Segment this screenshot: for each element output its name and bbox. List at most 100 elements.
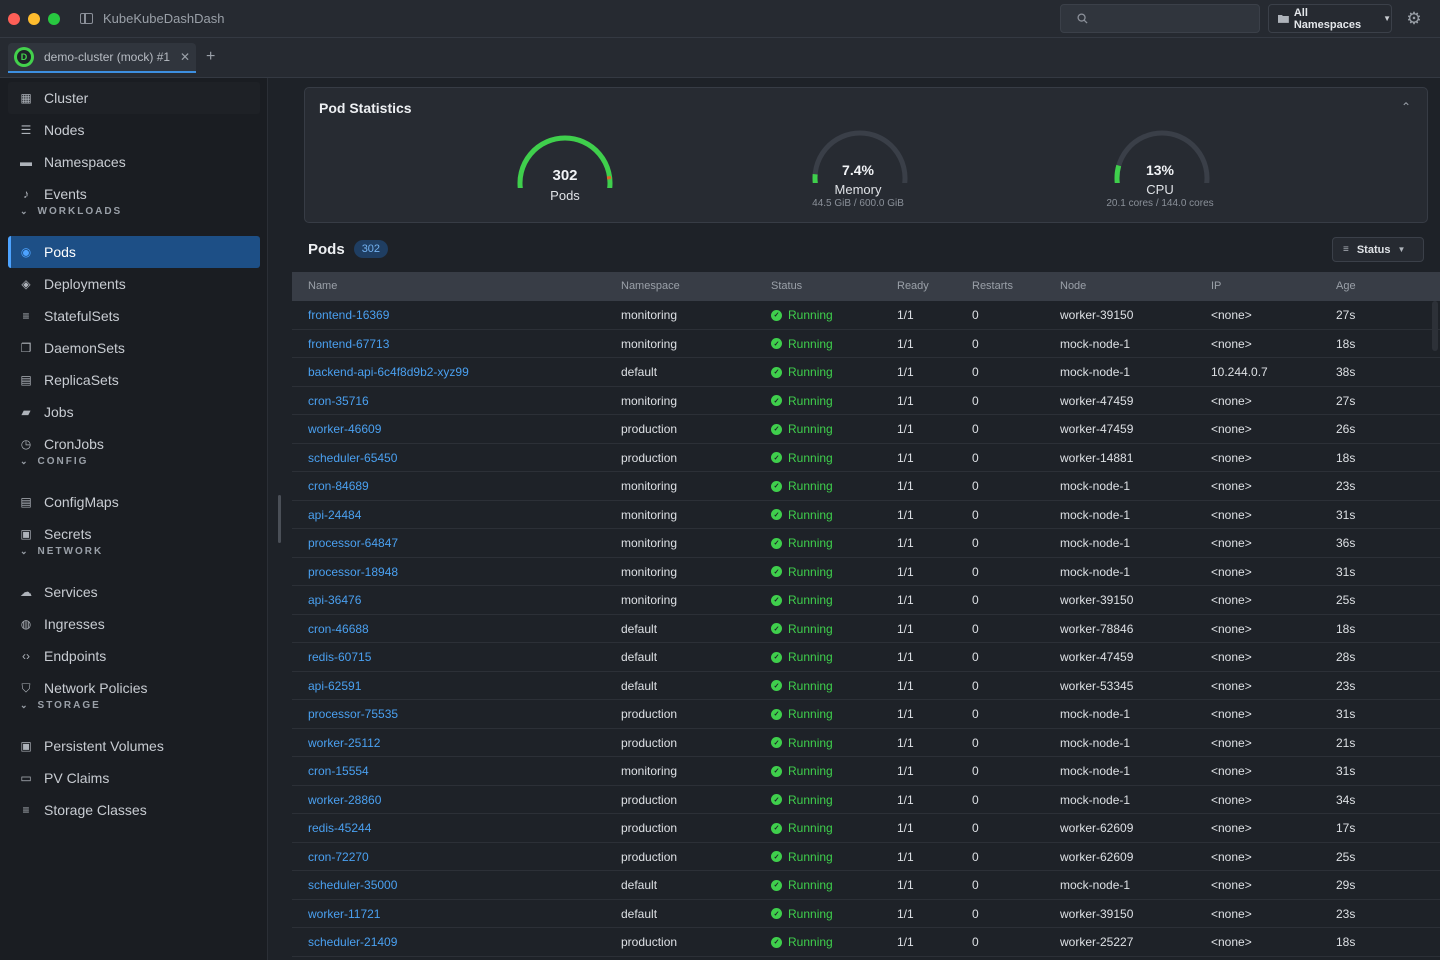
cell-name[interactable]: processor-18948 bbox=[308, 565, 398, 579]
table-row[interactable]: worker-25112 production ✓ Running 1/1 0 mock-n… bbox=[292, 729, 1440, 757]
table-row[interactable]: api-62591 default ✓ Running 1/1 0 worker-53345… bbox=[292, 672, 1440, 700]
cell-name[interactable]: cron-46688 bbox=[308, 622, 369, 636]
sidebar-item-namespaces[interactable]: ▬ Namespaces bbox=[8, 146, 260, 178]
sidebar-section-config[interactable]: ⌄ CONFIG bbox=[20, 456, 88, 467]
sidebar-item-daemonsets[interactable]: ❐ DaemonSets bbox=[8, 332, 260, 364]
sidebar-item-jobs[interactable]: ▰ Jobs bbox=[8, 396, 260, 428]
table-row[interactable]: api-24484 monitoring ✓ Running 1/1 0 mock-node… bbox=[292, 501, 1440, 529]
tab-cluster[interactable]: D demo-cluster (mock) #1 ✕ bbox=[8, 43, 196, 73]
cell-name[interactable]: api-62591 bbox=[308, 679, 361, 693]
cell-name[interactable]: cron-72270 bbox=[308, 850, 369, 864]
cell-node: worker-39150 bbox=[1060, 906, 1134, 921]
cell-name[interactable]: scheduler-21409 bbox=[308, 935, 397, 949]
cell-name[interactable]: scheduler-65450 bbox=[308, 451, 397, 465]
sidebar-item-services[interactable]: ☁ Services bbox=[8, 576, 260, 608]
table-row[interactable]: scheduler-65450 production ✓ Running 1/1 0 wor… bbox=[292, 444, 1440, 472]
cell-ip: <none> bbox=[1211, 906, 1252, 921]
table-row[interactable]: api-36476 monitoring ✓ Running 1/1 0 worker-39… bbox=[292, 586, 1440, 615]
cell-name[interactable]: redis-60715 bbox=[308, 650, 371, 664]
table-row[interactable]: cron-84689 monitoring ✓ Running 1/1 0 mock-nod… bbox=[292, 472, 1440, 501]
table-row[interactable]: redis-45244 production ✓ Running 1/1 0 worker-… bbox=[292, 814, 1440, 843]
sidebar-section-workloads[interactable]: ⌄ WORKLOADS bbox=[20, 206, 122, 217]
minimize-window-button[interactable] bbox=[28, 12, 40, 25]
table-row[interactable]: worker-46609 production ✓ Running 1/1 0 worker… bbox=[292, 415, 1440, 444]
cell-name[interactable]: cron-15554 bbox=[308, 764, 369, 778]
column-header-ip[interactable]: IP bbox=[1211, 280, 1221, 292]
sidebar-section-storage[interactable]: ⌄ STORAGE bbox=[20, 700, 101, 711]
sidebar-toggle-icon[interactable] bbox=[80, 13, 93, 24]
sidebar-item-storage-classes[interactable]: ≡ Storage Classes bbox=[8, 794, 260, 826]
cell-name[interactable]: frontend-67713 bbox=[308, 337, 389, 351]
table-row[interactable]: redis-60715 default ✓ Running 1/1 0 worker-474… bbox=[292, 643, 1440, 672]
sidebar-item-endpoints[interactable]: ‹› Endpoints bbox=[8, 640, 260, 672]
cell-name[interactable]: redis-45244 bbox=[308, 821, 371, 835]
search-box[interactable] bbox=[1060, 4, 1260, 33]
cell-name[interactable]: worker-25112 bbox=[308, 736, 380, 750]
cell-name[interactable]: backend-api-6c4f8d9b2-xyz99 bbox=[308, 365, 469, 379]
table-row[interactable]: backend-api-6c4f8d9b2-xyz99 default ✓ Runni… bbox=[292, 358, 1440, 387]
table-row[interactable]: cron-46688 default ✓ Running 1/1 0 worker-7884… bbox=[292, 615, 1440, 643]
table-row[interactable]: processor-64847 monitoring ✓ Running 1/1 0 moc… bbox=[292, 529, 1440, 558]
table-row[interactable]: scheduler-21409 production ✓ Running 1/1 0 wor… bbox=[292, 928, 1440, 957]
close-icon[interactable]: ✕ bbox=[180, 50, 190, 64]
gear-icon[interactable]: ⚙ bbox=[1405, 10, 1423, 28]
cell-name[interactable]: scheduler-35000 bbox=[308, 878, 397, 892]
table-scrollbar[interactable] bbox=[1432, 301, 1438, 351]
table-row[interactable]: processor-18948 monitoring ✓ Running 1/1 0 moc… bbox=[292, 558, 1440, 586]
column-header-ready[interactable]: Ready bbox=[897, 280, 929, 292]
cell-name[interactable]: api-36476 bbox=[308, 593, 361, 607]
column-header-status[interactable]: Status bbox=[771, 280, 802, 292]
table-row[interactable]: cron-72270 production ✓ Running 1/1 0 worker-6… bbox=[292, 843, 1440, 871]
grid-icon: ▦ bbox=[20, 91, 32, 105]
status-label: Running bbox=[788, 422, 833, 436]
cell-name[interactable]: worker-28860 bbox=[308, 793, 381, 807]
maximize-window-button[interactable] bbox=[48, 12, 60, 25]
column-header-age[interactable]: Age bbox=[1336, 280, 1356, 292]
table-row[interactable]: frontend-67713 monitoring ✓ Running 1/1 0 mock… bbox=[292, 330, 1440, 358]
sidebar-item-persistent-volumes[interactable]: ▣ Persistent Volumes bbox=[8, 730, 260, 762]
sidebar-item-pv-claims[interactable]: ▭ PV Claims bbox=[8, 762, 260, 794]
sidebar-item-replicasets[interactable]: ▤ ReplicaSets bbox=[8, 364, 260, 396]
cell-name[interactable]: worker-46609 bbox=[308, 422, 381, 436]
sidebar-resize-handle[interactable] bbox=[278, 495, 281, 543]
sidebar-item-label: DaemonSets bbox=[44, 340, 125, 356]
sidebar-section-network[interactable]: ⌄ NETWORK bbox=[20, 546, 103, 557]
cell-name[interactable]: processor-75535 bbox=[308, 707, 398, 721]
table-row[interactable]: worker-28860 production ✓ Running 1/1 0 mock-n… bbox=[292, 786, 1440, 814]
table-row[interactable]: scheduler-35000 default ✓ Running 1/1 0 mock-n… bbox=[292, 871, 1440, 900]
table-row[interactable]: processor-75535 production ✓ Running 1/1 0 moc… bbox=[292, 700, 1440, 729]
column-header-name[interactable]: Name bbox=[308, 280, 337, 292]
sidebar-item-statefulsets[interactable]: ≡ StatefulSets bbox=[8, 300, 260, 332]
column-header-node[interactable]: Node bbox=[1060, 280, 1086, 292]
namespace-select[interactable]: All Namespaces ▼ bbox=[1268, 4, 1392, 33]
cell-status: ✓ Running bbox=[771, 308, 833, 322]
sidebar-item-deployments[interactable]: ◈ Deployments bbox=[8, 268, 260, 300]
table-row[interactable]: frontend-16369 monitoring ✓ Running 1/1 0 work… bbox=[292, 301, 1440, 330]
sidebar-item-ingresses[interactable]: ◍ Ingresses bbox=[8, 608, 260, 640]
cell-age: 18s bbox=[1336, 935, 1356, 949]
column-header-restarts[interactable]: Restarts bbox=[972, 280, 1013, 292]
sidebar-item-pods[interactable]: ◉ Pods bbox=[8, 236, 260, 268]
close-window-button[interactable] bbox=[8, 12, 20, 25]
cell-ready: 1/1 bbox=[897, 650, 914, 664]
search-input[interactable] bbox=[1096, 11, 1246, 26]
table-row[interactable]: cron-15554 monitoring ✓ Running 1/1 0 mock-nod… bbox=[292, 757, 1440, 786]
chevron-up-icon[interactable]: ⌃ bbox=[1401, 100, 1411, 114]
cell-name[interactable]: cron-84689 bbox=[308, 479, 369, 493]
table-row[interactable]: cron-35716 monitoring ✓ Running 1/1 0 worker-4… bbox=[292, 387, 1440, 415]
cell-name[interactable]: frontend-16369 bbox=[308, 308, 389, 322]
sidebar-item-cluster[interactable]: ▦ Cluster bbox=[8, 82, 260, 114]
cell-name[interactable]: cron-35716 bbox=[308, 394, 369, 408]
cell-name[interactable]: worker-11721 bbox=[308, 907, 380, 921]
sidebar-item-nodes[interactable]: ☰ Nodes bbox=[8, 114, 260, 146]
cell-ready: 1/1 bbox=[897, 878, 914, 892]
cell-name[interactable]: processor-64847 bbox=[308, 536, 398, 550]
sidebar-item-label: Nodes bbox=[44, 122, 85, 138]
column-header-namespace[interactable]: Namespace bbox=[621, 280, 680, 292]
cell-ready: 1/1 bbox=[897, 479, 914, 493]
table-row[interactable]: worker-11721 default ✓ Running 1/1 0 worker-39… bbox=[292, 900, 1440, 928]
add-tab-icon[interactable]: + bbox=[206, 48, 215, 66]
status-filter-button[interactable]: ≡ Status ▼ bbox=[1332, 237, 1424, 262]
cell-name[interactable]: api-24484 bbox=[308, 508, 361, 522]
sidebar-item-configmaps[interactable]: ▤ ConfigMaps bbox=[8, 486, 260, 518]
